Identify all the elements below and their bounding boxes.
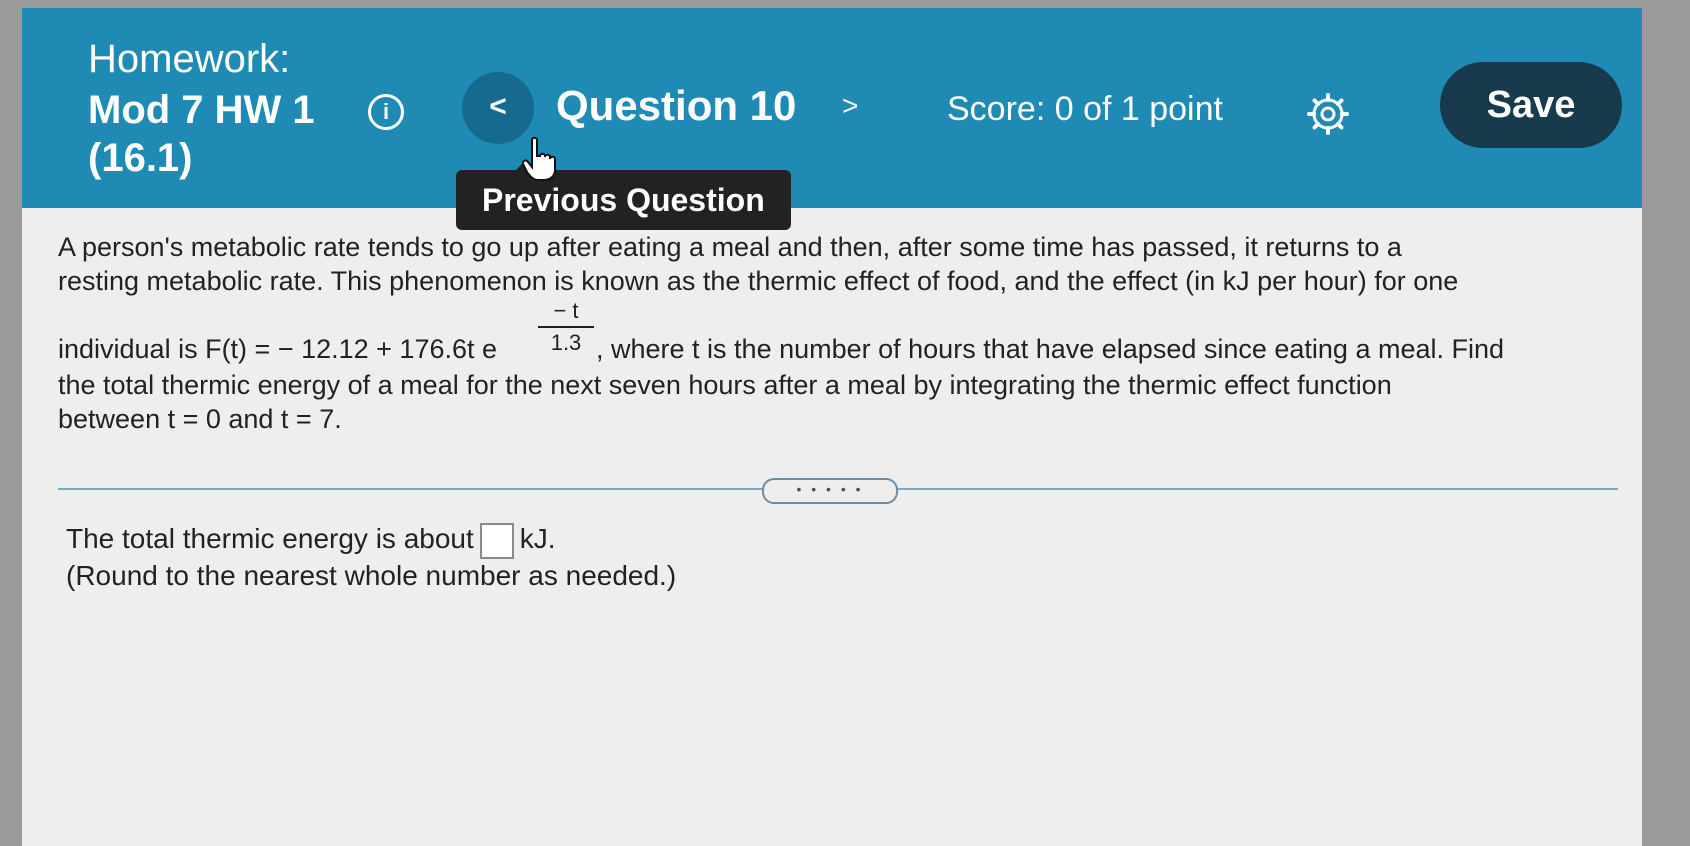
answer-prefix: The total thermic energy is about — [66, 523, 474, 554]
exponent-denominator: 1.3 — [550, 330, 582, 355]
screen: Homework: Mod 7 HW 1 (16.1) i < Question… — [22, 8, 1642, 846]
answer-line: The total thermic energy is about kJ. — [66, 520, 556, 559]
score-text: Score: 0 of 1 point — [947, 90, 1223, 128]
formula-exponent: − t 1.3 — [538, 298, 594, 356]
fraction-bar — [538, 326, 594, 328]
info-icon[interactable]: i — [368, 94, 404, 130]
assignment-name-line2: (16.1) — [88, 136, 193, 180]
exponent-numerator: − t — [553, 298, 579, 323]
question-text: A person's metabolic rate tends to go up… — [58, 230, 1618, 436]
assignment-name[interactable]: Mod 7 HW 1 (16.1) — [88, 86, 315, 182]
save-button[interactable]: Save — [1440, 62, 1622, 148]
formula-prefix: individual is F(t) = − 12.12 + 176.6t e — [58, 334, 498, 364]
question-line: A person's metabolic rate tends to go up… — [58, 232, 1402, 262]
question-title: Question 10 — [556, 82, 797, 129]
answer-input[interactable] — [479, 522, 514, 559]
gear-icon[interactable] — [1306, 92, 1350, 136]
homework-label: Homework: — [88, 37, 291, 81]
header: Homework: Mod 7 HW 1 (16.1) i < Question… — [22, 8, 1642, 208]
question-line: resting metabolic rate. This phenomenon … — [58, 266, 1459, 296]
rounding-note: (Round to the nearest whole number as ne… — [66, 560, 677, 591]
hand-pointer-icon — [521, 136, 556, 181]
answer-unit: kJ. — [519, 523, 556, 554]
formula-line: individual is F(t) = − 12.12 + 176.6t e … — [58, 298, 1618, 368]
formula-suffix: , where t is the number of hours that ha… — [596, 334, 1505, 364]
previous-question-tooltip: Previous Question — [456, 160, 791, 230]
divider-handle[interactable]: • • • • • — [762, 478, 898, 504]
question-line: the total thermic energy of a meal for t… — [58, 370, 1392, 400]
question-line: between t = 0 and t = 7. — [58, 404, 342, 434]
next-question-button[interactable]: > — [842, 90, 858, 122]
assignment-name-line1: Mod 7 HW 1 — [88, 88, 315, 132]
previous-question-button[interactable]: < — [462, 72, 534, 144]
